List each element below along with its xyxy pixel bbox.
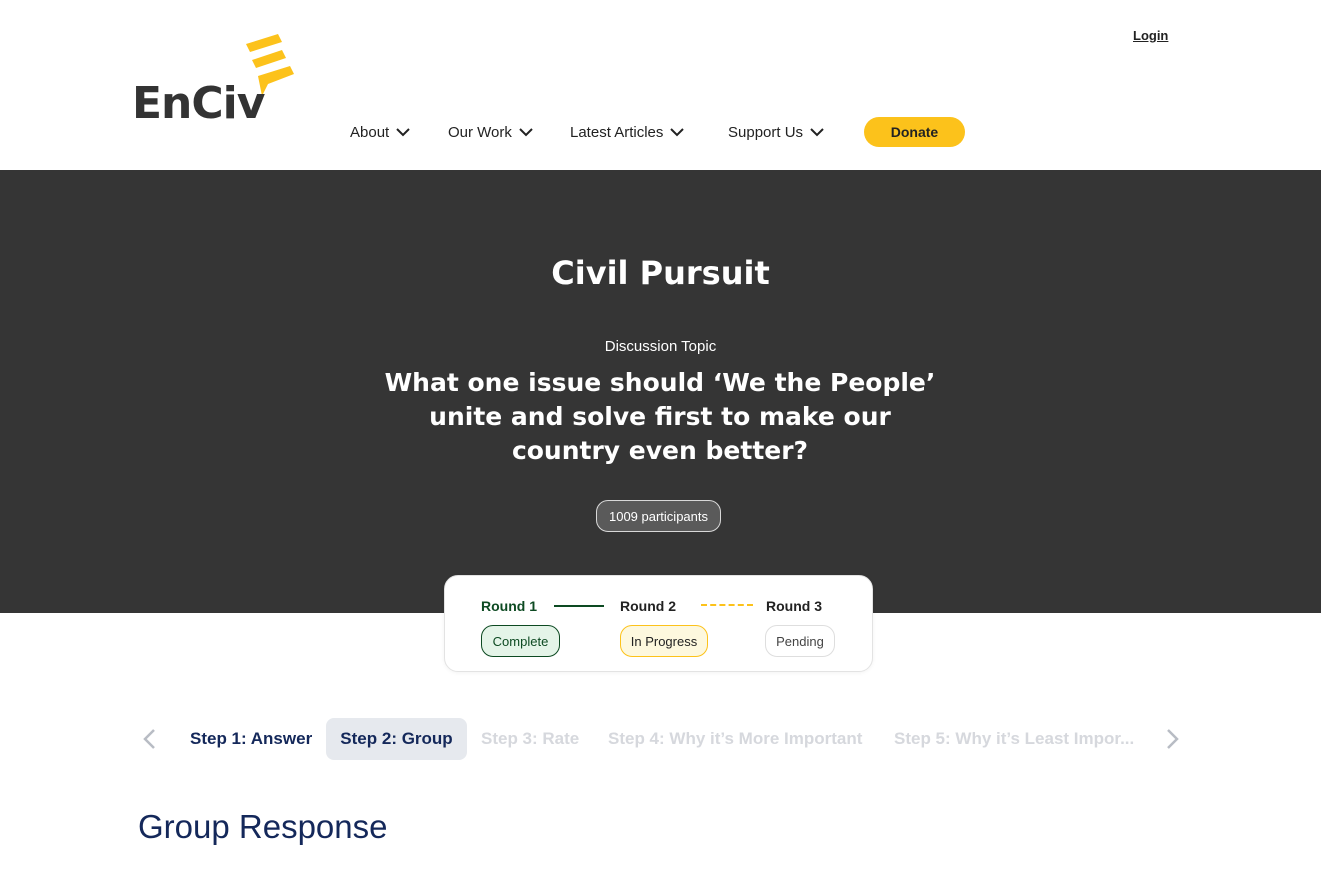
round-connector-in-progress <box>701 604 753 606</box>
nav-item-about[interactable]: About <box>350 124 448 141</box>
nav-item-our-work[interactable]: Our Work <box>448 124 570 141</box>
round-connector-complete <box>554 605 604 607</box>
nav-item-support-us[interactable]: Support Us <box>728 124 864 141</box>
chevron-down-icon <box>519 128 533 137</box>
round-2-label: Round 2 <box>620 598 676 614</box>
round-progress-card: Round 1 Round 2 Round 3 Complete In Prog… <box>444 575 873 672</box>
donate-button[interactable]: Donate <box>864 117 965 147</box>
step-4-more-important[interactable]: Step 4: Why it’s More Important <box>608 718 862 760</box>
step-2-group[interactable]: Step 2: Group <box>326 718 467 760</box>
step-3-rate[interactable]: Step 3: Rate <box>481 718 579 760</box>
step-5-least-important[interactable]: Step 5: Why it’s Least Impor... <box>894 718 1136 760</box>
topic-label: Discussion Topic <box>604 338 717 355</box>
chevron-right-icon[interactable] <box>1160 727 1184 751</box>
enciv-logo[interactable]: EnCiv <box>132 34 294 129</box>
nav-label: About <box>350 124 390 141</box>
hero-banner: Civil Pursuit Discussion Topic What one … <box>0 170 1321 613</box>
chevron-down-icon <box>396 128 410 137</box>
section-title: Group Response <box>138 808 388 845</box>
logo-wordmark: EnCiv <box>132 78 265 129</box>
nav-label: Support Us <box>728 124 804 141</box>
round-2-status-badge: In Progress <box>620 625 708 657</box>
topic-question: What one issue should ‘We the People’ un… <box>384 368 936 465</box>
chevron-down-icon <box>670 128 685 137</box>
page-title: Civil Pursuit <box>551 254 770 292</box>
login-link[interactable]: Login <box>1133 28 1168 43</box>
step-navigation: Step 1: Answer Step 2: Group Step 3: Rat… <box>0 718 1321 760</box>
nav-label: Our Work <box>448 124 512 141</box>
main-nav: About Our Work Latest Articles Support U… <box>350 124 864 141</box>
chevron-left-icon[interactable] <box>138 727 162 751</box>
nav-label: Latest Articles <box>570 124 664 141</box>
round-3-label: Round 3 <box>766 598 822 614</box>
chevron-down-icon <box>810 128 824 137</box>
nav-item-latest-articles[interactable]: Latest Articles <box>570 124 728 141</box>
round-1-status-badge: Complete <box>481 625 560 657</box>
round-1-label: Round 1 <box>481 598 537 614</box>
step-1-answer[interactable]: Step 1: Answer <box>190 718 312 760</box>
round-3-status-badge: Pending <box>765 625 835 657</box>
participants-badge: 1009 participants <box>596 500 721 532</box>
site-header: EnCiv Login About Our Work Latest Articl… <box>0 0 1321 170</box>
